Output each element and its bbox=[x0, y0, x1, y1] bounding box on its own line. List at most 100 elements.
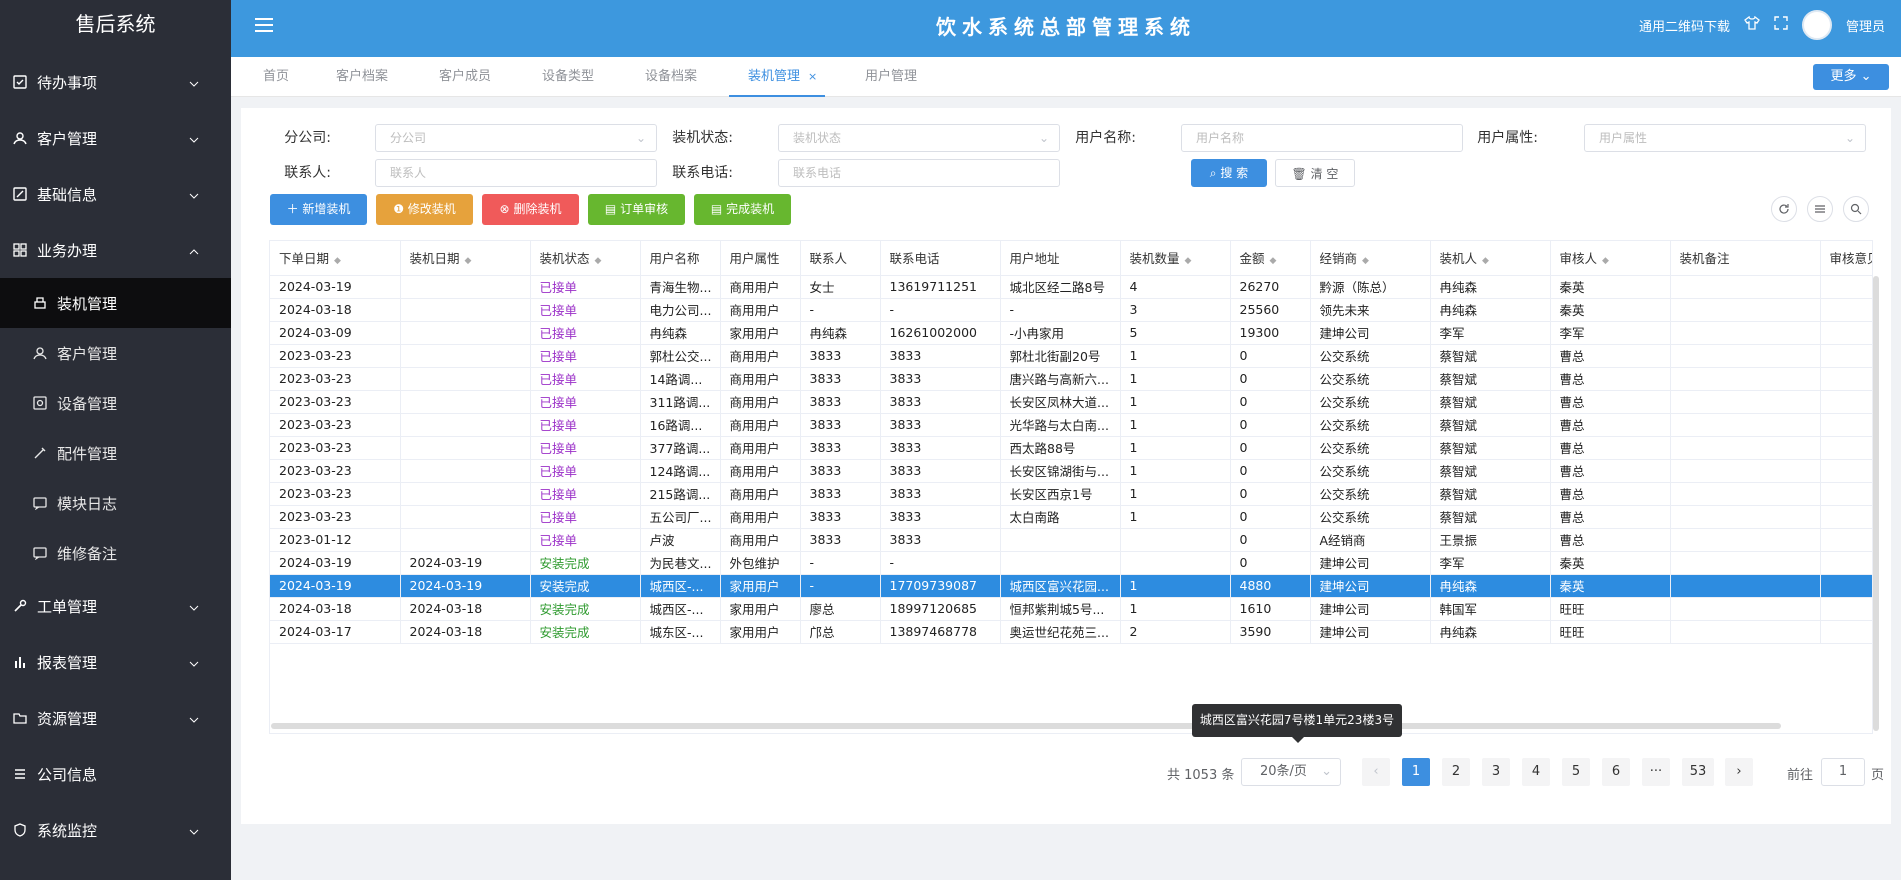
sort-icon[interactable]: ◆ bbox=[1602, 256, 1609, 266]
user-name[interactable]: 管理员 bbox=[1846, 16, 1885, 35]
table-row[interactable]: 2024-03-19 2024-03-19 安装完成 为民巷文... 外包维护 - -0 建坤… bbox=[270, 551, 1872, 575]
page-button[interactable]: 53 bbox=[1682, 758, 1714, 786]
refresh-icon[interactable] bbox=[1771, 196, 1797, 222]
sort-icon[interactable]: ◆ bbox=[1270, 256, 1277, 266]
table-cell: 0 bbox=[1230, 482, 1311, 506]
more-pages-button[interactable]: ··· bbox=[1642, 758, 1670, 786]
page-button[interactable]: 5 bbox=[1562, 758, 1590, 786]
sidebar-subitem-parts[interactable]: 配件管理 bbox=[0, 428, 231, 478]
sidebar-subitem-customers[interactable]: 客户管理 bbox=[0, 328, 231, 378]
table-cell: 秦英 bbox=[1550, 574, 1671, 598]
sidebar-subitem-module-log[interactable]: 模块日志 bbox=[0, 478, 231, 528]
sidebar-item-customers[interactable]: 客户管理 bbox=[0, 110, 231, 166]
sidebar-item-resources[interactable]: 资源管理 bbox=[0, 690, 231, 746]
clear-button[interactable]: 🗑 清 空 bbox=[1275, 159, 1355, 187]
table-row[interactable]: 2024-03-09 已接单 冉纯森 家用用户 冉纯森 16261002000 -小冉家用 5… bbox=[270, 321, 1872, 345]
table-cell: 建坤公司 bbox=[1310, 321, 1431, 345]
table-row[interactable]: 2023-03-23 已接单 377路调... 商用用户 3833 3833 西太路88号 1… bbox=[270, 436, 1872, 460]
tab-home[interactable]: 首页 bbox=[263, 57, 289, 97]
column-header[interactable]: 下单日期 ◆ bbox=[270, 241, 401, 276]
tab-customer-files[interactable]: 客户档案 bbox=[336, 57, 388, 97]
sidebar-subitem-install[interactable]: 装机管理 bbox=[0, 278, 231, 328]
sort-icon[interactable]: ◆ bbox=[465, 256, 472, 266]
sort-icon[interactable]: ◆ bbox=[1482, 256, 1489, 266]
search-button[interactable]: ⌕ 搜 索 bbox=[1191, 159, 1267, 187]
table-cell: 3833 bbox=[880, 390, 1001, 414]
table-row[interactable]: 2023-03-23 已接单 16路调... 商用用户 3833 3833 光华路与太白南.… bbox=[270, 413, 1872, 437]
user-attr-select[interactable]: 用户属性 ⌄ bbox=[1584, 124, 1866, 152]
table-row[interactable]: 2023-01-12 已接单 卢波 商用用户 3833 3833 0 A经销商 王景振 曹总 bbox=[270, 528, 1872, 552]
table-row[interactable]: 2023-03-23 已接单 311路调... 商用用户 3833 3833 长安区凤林大道… bbox=[270, 390, 1872, 414]
tab-device-files[interactable]: 设备档案 bbox=[645, 57, 697, 97]
edit-install-button[interactable]: ❶ 修改装机 bbox=[376, 194, 473, 225]
delete-install-button[interactable]: ⊗ 删除装机 bbox=[482, 194, 579, 225]
page-size-select[interactable]: 20条/页 ⌄ bbox=[1241, 758, 1341, 786]
order-audit-button[interactable]: ▤ 订单审核 bbox=[588, 194, 685, 225]
tab-user-management[interactable]: 用户管理 bbox=[865, 57, 917, 97]
table-row[interactable]: 2023-03-23 已接单 124路调... 商用用户 3833 3833 长安区锦湖街与… bbox=[270, 459, 1872, 483]
table-row[interactable]: 2024-03-17 2024-03-18 安装完成 城东区-... 家用用户 邝总 138… bbox=[270, 620, 1872, 644]
sidebar-item-basic-info[interactable]: 基础信息 bbox=[0, 166, 231, 222]
sort-icon[interactable]: ◆ bbox=[1185, 256, 1192, 266]
sidebar-item-business[interactable]: 业务办理 bbox=[0, 222, 231, 278]
table-row[interactable]: 2023-03-23 已接单 215路调... 商用用户 3833 3833 长安区西京1号… bbox=[270, 482, 1872, 506]
table-row[interactable]: 2024-03-18 已接单 电力公司... 商用用户 - - -3 25560 领先未来 冉纯森… bbox=[270, 298, 1872, 322]
column-header[interactable]: 经销商 ◆ bbox=[1310, 241, 1431, 276]
install-status-select[interactable]: 装机状态 ⌄ bbox=[778, 124, 1060, 152]
horizontal-scrollbar[interactable] bbox=[271, 723, 1781, 729]
page-button[interactable]: 1 bbox=[1402, 758, 1430, 786]
user-name-input[interactable]: 用户名称 bbox=[1181, 124, 1463, 152]
table-row[interactable]: 2024-03-19 已接单 青海生物... 商用用户 女士 13619711251 城北区… bbox=[270, 275, 1872, 299]
next-page-button[interactable]: › bbox=[1725, 758, 1753, 786]
prev-page-button[interactable]: ‹ bbox=[1362, 758, 1390, 786]
page-button[interactable]: 4 bbox=[1522, 758, 1550, 786]
vertical-scrollbar[interactable] bbox=[1873, 276, 1879, 731]
goto-page-input[interactable]: 1 bbox=[1821, 758, 1865, 786]
close-icon[interactable]: × bbox=[808, 70, 817, 83]
qr-download-link[interactable]: 通用二维码下载 bbox=[1639, 16, 1730, 35]
table-row[interactable]: 2024-03-19 2024-03-19 安装完成 城西区-... 家用用户 -1770… bbox=[270, 574, 1872, 598]
branch-select[interactable]: 分公司 ⌄ bbox=[375, 124, 657, 152]
contact-input[interactable]: 联系人 bbox=[375, 159, 657, 187]
table-row[interactable]: 2023-03-23 已接单 郭杜公交... 商用用户 3833 3833 郭杜北街副20号… bbox=[270, 344, 1872, 368]
add-install-button[interactable]: ＋ 新增装机 bbox=[270, 194, 367, 225]
tab-install-management[interactable]: 装机管理 × bbox=[729, 57, 825, 97]
search-toggle-icon[interactable] bbox=[1843, 196, 1869, 222]
column-header-label: 装机日期 bbox=[409, 251, 460, 267]
page-button[interactable]: 3 bbox=[1482, 758, 1510, 786]
complete-install-button[interactable]: ▤ 完成装机 bbox=[694, 194, 791, 225]
install-table: 下单日期 ◆ 装机日期 ◆ 装机状态 ◆ 用户名称 用户属性 联系人 联系电话 用户地… bbox=[269, 240, 1873, 734]
sidebar-subitem-devices[interactable]: 设备管理 bbox=[0, 378, 231, 428]
avatar[interactable] bbox=[1801, 10, 1832, 40]
table-cell: 唐兴路与高新六... bbox=[1000, 367, 1121, 391]
sidebar-subitem-repair-notes[interactable]: 维修备注 bbox=[0, 528, 231, 578]
table-cell: 李军 bbox=[1550, 321, 1671, 345]
tab-device-types[interactable]: 设备类型 bbox=[542, 57, 594, 97]
sort-icon[interactable]: ◆ bbox=[1362, 256, 1369, 266]
chevron-down-icon: ⌄ bbox=[1321, 764, 1332, 779]
tab-customer-members[interactable]: 客户成员 bbox=[439, 57, 491, 97]
column-header[interactable]: 装机日期 ◆ bbox=[400, 241, 531, 276]
sort-icon[interactable]: ◆ bbox=[334, 256, 341, 266]
columns-settings-icon[interactable] bbox=[1807, 196, 1833, 222]
table-row[interactable]: 2023-03-23 已接单 五公司厂... 商用用户 3833 3833 太白南路 1 0 公交… bbox=[270, 505, 1872, 529]
column-header[interactable]: 装机人 ◆ bbox=[1430, 241, 1551, 276]
shirt-icon[interactable] bbox=[1744, 15, 1760, 34]
sidebar-item-monitor[interactable]: 系统监控 bbox=[0, 802, 231, 858]
sidebar-item-work-orders[interactable]: 工单管理 bbox=[0, 578, 231, 634]
sidebar-item-company[interactable]: 公司信息 bbox=[0, 746, 231, 802]
column-header[interactable]: 金额 ◆ bbox=[1230, 241, 1311, 276]
sidebar-item-todo[interactable]: 待办事项 bbox=[0, 54, 231, 110]
table-row[interactable]: 2024-03-18 2024-03-18 安装完成 城西区-... 家用用户 廖总 189… bbox=[270, 597, 1872, 621]
page-button[interactable]: 6 bbox=[1602, 758, 1630, 786]
page-button[interactable]: 2 bbox=[1442, 758, 1470, 786]
more-button[interactable]: 更多 ⌄ bbox=[1813, 64, 1889, 90]
column-header[interactable]: 装机数量 ◆ bbox=[1120, 241, 1231, 276]
sidebar-item-reports[interactable]: 报表管理 bbox=[0, 634, 231, 690]
column-header[interactable]: 审核人 ◆ bbox=[1550, 241, 1671, 276]
sort-icon[interactable]: ◆ bbox=[595, 256, 602, 266]
column-header[interactable]: 装机状态 ◆ bbox=[530, 241, 641, 276]
phone-input[interactable]: 联系电话 bbox=[778, 159, 1060, 187]
fullscreen-icon[interactable] bbox=[1774, 16, 1788, 34]
table-row[interactable]: 2023-03-23 已接单 14路调... 商用用户 3833 3833 唐兴路与高新六.… bbox=[270, 367, 1872, 391]
